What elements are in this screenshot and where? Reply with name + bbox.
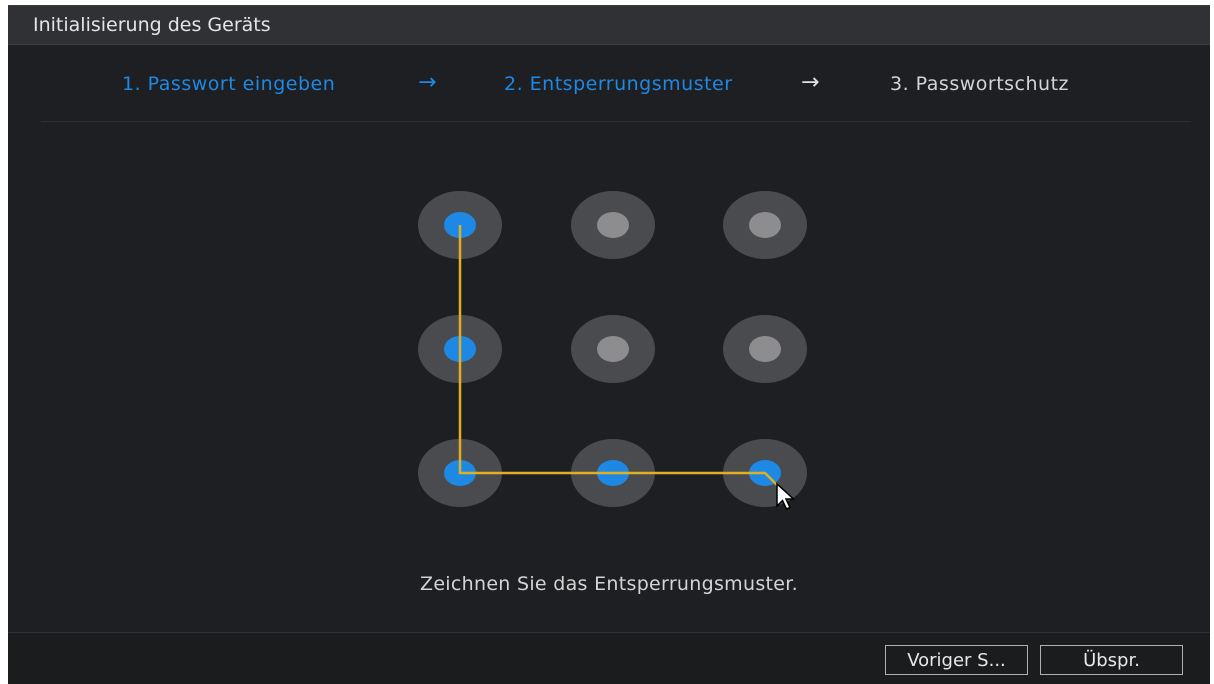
skip-button[interactable]: Übspr. xyxy=(1040,645,1183,675)
pattern-node-selected xyxy=(597,460,629,486)
pattern-node[interactable] xyxy=(723,315,807,383)
pattern-node-selected xyxy=(444,212,476,238)
previous-step-button[interactable]: Voriger S... xyxy=(885,645,1028,675)
init-dialog: Initialisierung des Geräts 1. Passwort e… xyxy=(8,5,1210,684)
pattern-node[interactable] xyxy=(571,315,655,383)
pattern-node-selected xyxy=(444,336,476,362)
pattern-node[interactable] xyxy=(571,439,655,507)
pattern-node-center xyxy=(597,212,629,238)
pattern-node[interactable] xyxy=(418,315,502,383)
pattern-node[interactable] xyxy=(418,191,502,259)
pattern-node[interactable] xyxy=(418,439,502,507)
pattern-node-center xyxy=(597,336,629,362)
pattern-node[interactable] xyxy=(571,191,655,259)
pattern-node-center xyxy=(749,336,781,362)
pattern-node[interactable] xyxy=(723,191,807,259)
pattern-node-center xyxy=(749,212,781,238)
pattern-node-selected xyxy=(444,460,476,486)
arrow-pointer-icon xyxy=(775,482,797,516)
pattern-hint-text: Zeichnen Sie das Entsperrungsmuster. xyxy=(420,573,798,595)
button-bar: Voriger S... Übspr. xyxy=(8,632,1210,684)
